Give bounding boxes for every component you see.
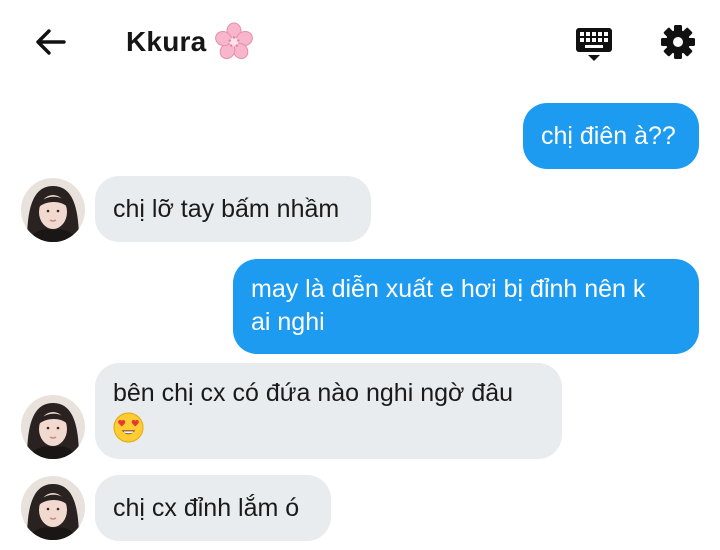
contact-name: Kkura (126, 26, 207, 57)
heart-eyes-emoji-icon (113, 412, 144, 443)
keyboard-button[interactable] (574, 24, 614, 64)
arrow-left-icon (36, 29, 66, 55)
outgoing-message-bubble[interactable]: chị điên à?? (523, 103, 699, 169)
gear-icon (661, 25, 695, 59)
outgoing-message-bubble[interactable]: may là diễn xuất e hơi bị đỉnh nên k ai … (233, 259, 699, 354)
message-text: bên chị cx có đứa nào nghi ngờ đâu (113, 379, 514, 407)
avatar-photo (21, 395, 85, 459)
conversation-title[interactable]: Kkura (126, 22, 254, 62)
contact-avatar[interactable] (21, 178, 85, 242)
incoming-message-bubble[interactable]: chị cx đỉnh lắm ó (95, 475, 331, 541)
contact-avatar[interactable] (21, 476, 85, 540)
message-text: chị cx đỉnh lắm ó (113, 493, 300, 522)
back-button[interactable] (30, 24, 70, 60)
message-text: chị điên à?? (541, 121, 676, 150)
settings-button[interactable] (658, 22, 698, 62)
message-text: chị lỡ tay bấm nhầm (113, 194, 340, 223)
contact-avatar[interactable] (21, 395, 85, 459)
avatar-photo (21, 476, 85, 540)
keyboard-icon (576, 28, 612, 61)
message-text: may là diễn xuất e hơi bị đỉnh nên k ai … (251, 275, 646, 336)
incoming-message-bubble[interactable]: chị lỡ tay bấm nhầm (95, 176, 371, 242)
avatar-photo (21, 178, 85, 242)
chat-header: Kkura (0, 0, 720, 84)
incoming-message-bubble[interactable]: bên chị cx có đứa nào nghi ngờ đâu (95, 363, 562, 459)
cherry-blossom-icon (214, 22, 254, 62)
